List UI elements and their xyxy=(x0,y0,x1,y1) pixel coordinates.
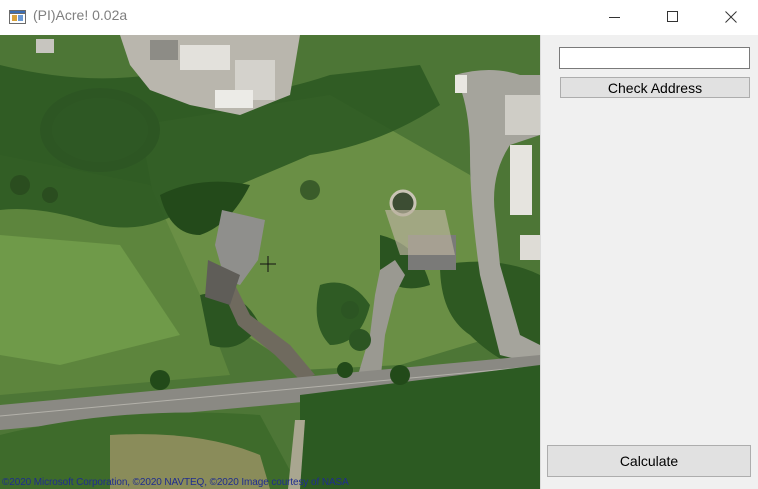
app-window-icon xyxy=(9,10,26,24)
close-icon xyxy=(725,11,737,23)
check-address-button[interactable]: Check Address xyxy=(560,77,750,98)
side-panel: Check Address Calculate xyxy=(540,35,758,489)
minimize-button[interactable] xyxy=(586,0,644,34)
maximize-button[interactable] xyxy=(644,0,702,34)
address-input[interactable] xyxy=(559,47,750,69)
minimize-icon xyxy=(609,17,620,18)
close-button[interactable] xyxy=(702,0,758,34)
map-copyright: ©2020 Microsoft Corporation, ©2020 NAVTE… xyxy=(2,477,349,488)
calculate-button[interactable]: Calculate xyxy=(547,445,751,477)
window-title: (PI)Acre! 0.02a xyxy=(33,7,128,23)
aerial-map[interactable]: ©2020 Microsoft Corporation, ©2020 NAVTE… xyxy=(0,35,540,489)
maximize-icon xyxy=(667,11,678,22)
crosshair-icon xyxy=(260,256,276,272)
title-bar[interactable]: (PI)Acre! 0.02a xyxy=(0,0,758,34)
